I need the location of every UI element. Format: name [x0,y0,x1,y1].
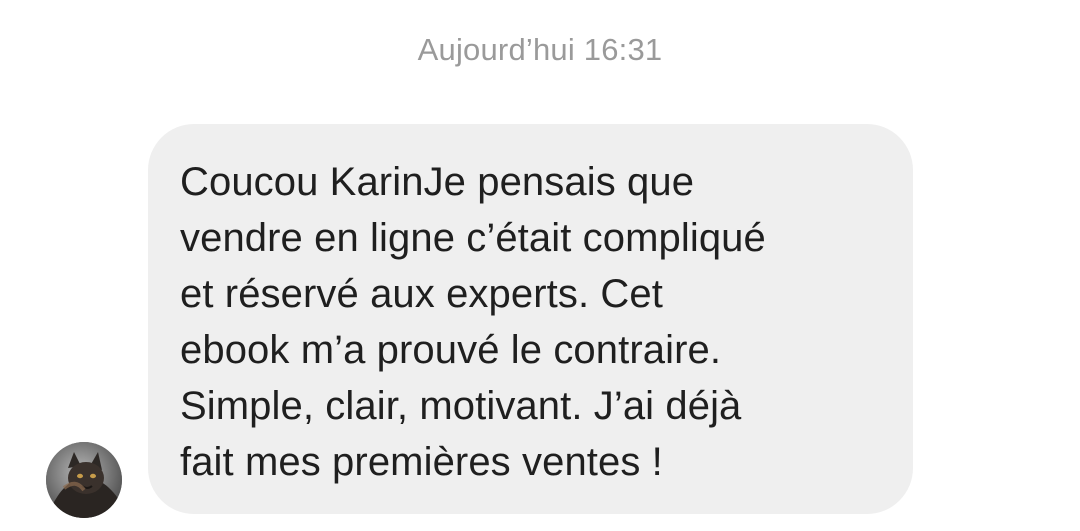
cat-avatar-icon [46,442,122,518]
sender-avatar[interactable] [46,442,122,518]
message-bubble[interactable]: Coucou KarinJe pensais que vendre en lig… [148,124,913,514]
message-text: Coucou KarinJe pensais que vendre en lig… [180,160,766,484]
incoming-message-row: Coucou KarinJe pensais que vendre en lig… [0,0,1080,531]
